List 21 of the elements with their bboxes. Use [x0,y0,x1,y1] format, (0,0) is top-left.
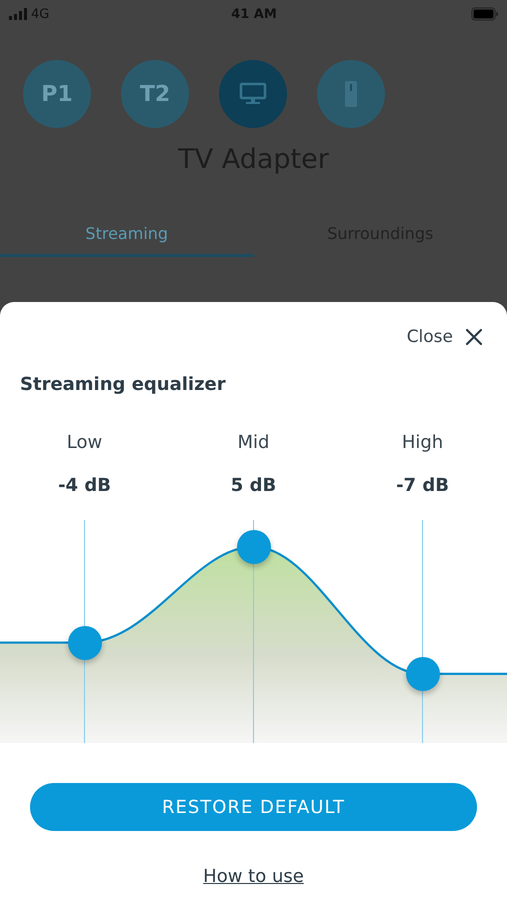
slider-thumb[interactable] [68,626,102,660]
battery-icon [471,7,499,21]
slider-thumb[interactable] [236,530,270,564]
monitor-icon [239,82,267,106]
device-button[interactable]: P1 [23,60,91,128]
band-reading: 5 dB [230,474,276,498]
band-reading: -4 dB [58,474,111,498]
band-label: High [402,431,444,455]
band-reading: -7 dB [396,474,449,498]
tab[interactable]: Streaming [0,212,254,257]
device-button[interactable]: T2 [121,60,189,128]
band-label: Mid [238,431,270,455]
restore-default-button[interactable]: RESTORE DEFAULT [30,783,477,831]
sheet-title: Streaming equalizer [19,373,226,397]
how-to-use-link[interactable]: How to use [203,865,304,889]
band-label: Low [66,431,102,455]
remote-icon [344,80,358,108]
slider-thumb[interactable] [406,656,440,691]
signal-icon [9,8,27,20]
close-icon [465,328,483,346]
close-button[interactable]: Close [406,324,483,350]
